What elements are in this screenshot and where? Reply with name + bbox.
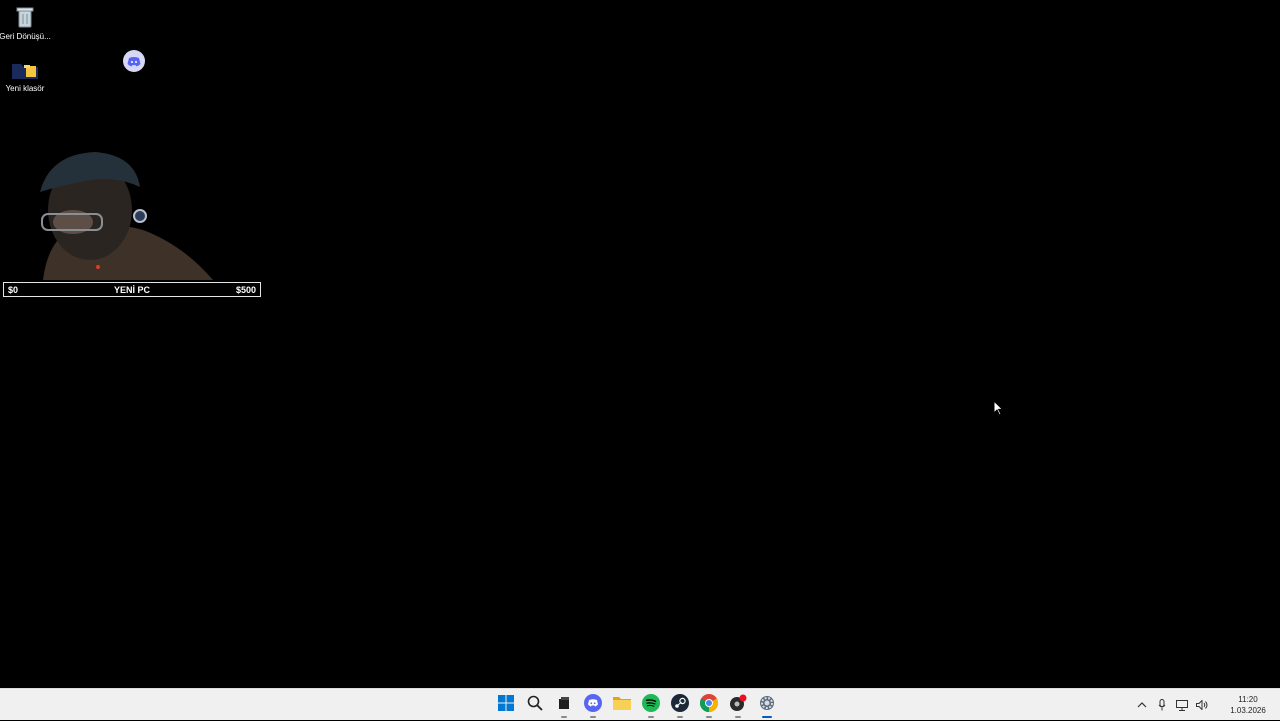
chrome-icon	[699, 693, 719, 717]
search-icon	[527, 695, 543, 716]
taskbar-apps	[494, 689, 779, 721]
taskbar-app-settings[interactable]	[755, 691, 779, 719]
desktop: Geri Dönüşü... Yeni klasör $0 YENİ PC $5…	[0, 0, 1280, 688]
clock-date: 1.03.2026	[1230, 706, 1266, 715]
windows-start-icon	[498, 694, 514, 716]
start-button[interactable]	[494, 691, 518, 719]
active-indicator	[762, 716, 772, 718]
folder-icon	[10, 60, 40, 83]
taskbar-app-obs-recording[interactable]	[726, 691, 750, 719]
clock[interactable]: 11:20 1.03.2026	[1216, 694, 1280, 716]
running-indicator	[677, 716, 683, 718]
record-icon	[729, 694, 747, 717]
search-button[interactable]	[523, 691, 547, 719]
desktop-icon-label: Geri Dönüşü...	[0, 32, 51, 41]
network-icon[interactable]	[1172, 693, 1192, 717]
desktop-icon-label: Yeni klasör	[5, 84, 45, 93]
discord-icon[interactable]	[123, 50, 145, 72]
recycle-bin-icon	[16, 6, 34, 31]
running-indicator	[648, 716, 654, 718]
obs-icon	[557, 696, 571, 715]
gear-icon	[758, 694, 776, 717]
taskbar-app-spotify[interactable]	[639, 691, 663, 719]
taskbar-app-chrome[interactable]	[697, 691, 721, 719]
chevron-up-icon[interactable]	[1132, 693, 1152, 717]
desktop-icon-new-folder[interactable]: Yeni klasör	[0, 60, 50, 94]
taskbar-app-steam[interactable]	[668, 691, 692, 719]
taskbar-app-discord[interactable]	[581, 691, 605, 719]
webcam-overlay	[28, 150, 218, 280]
taskbar-app-file-explorer[interactable]	[610, 691, 634, 719]
steam-icon	[671, 693, 689, 717]
goal-title: YENİ PC	[113, 284, 150, 295]
desktop-icon-recycle-bin[interactable]: Geri Dönüşü...	[0, 6, 51, 42]
folder-icon	[613, 695, 631, 715]
running-indicator	[706, 716, 712, 718]
donation-goal-bar: $0 YENİ PC $500	[3, 282, 261, 297]
microphone-icon[interactable]	[1152, 693, 1172, 717]
goal-target-value: $500	[235, 284, 256, 295]
spotify-icon	[642, 693, 660, 717]
running-indicator	[735, 716, 741, 718]
running-indicator	[590, 716, 596, 718]
mouse-cursor-icon	[993, 399, 1004, 421]
goal-start-value: $0	[8, 284, 19, 295]
discord-icon	[584, 693, 602, 717]
taskbar: 11:20 1.03.2026	[0, 688, 1280, 720]
volume-icon[interactable]	[1192, 693, 1212, 717]
running-indicator	[561, 716, 567, 718]
taskbar-app-obs[interactable]	[552, 691, 576, 719]
clock-time: 11:20	[1238, 695, 1258, 704]
system-tray: 11:20 1.03.2026	[1132, 689, 1280, 721]
